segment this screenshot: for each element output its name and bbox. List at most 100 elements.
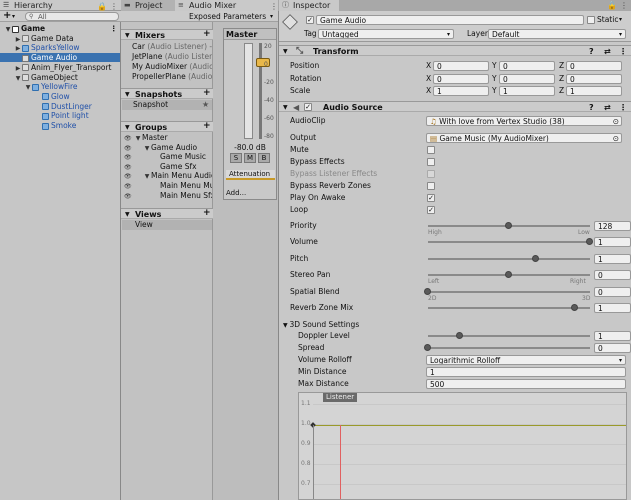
static-checkbox[interactable] bbox=[587, 16, 595, 24]
toggle-checkbox[interactable] bbox=[427, 181, 435, 190]
eye-icon[interactable]: 👁 bbox=[124, 134, 132, 142]
scene-menu-icon[interactable]: ⋮ bbox=[110, 24, 118, 33]
transform-header[interactable]: ▼ ⤡ Transform ? ⇄ ⋮ bbox=[279, 45, 631, 56]
rolloff-graph[interactable]: Listener 1.11.00.90.80.70.6 bbox=[298, 392, 627, 500]
layer-dropdown[interactable]: Default ▾ bbox=[488, 29, 626, 39]
group-item[interactable]: 👁 ▼ Game Audio bbox=[124, 143, 212, 152]
component-menu-icon[interactable]: ⋮ bbox=[619, 102, 627, 113]
group-item[interactable]: 👁 Game Sfx bbox=[124, 162, 212, 171]
hierarchy-item[interactable]: ▶ Anim_Flyer_Transport bbox=[0, 63, 120, 72]
spread-field[interactable]: 0 bbox=[594, 343, 631, 353]
slider-track[interactable] bbox=[428, 291, 590, 293]
collapse-arrow-icon[interactable]: ▶ bbox=[14, 64, 22, 72]
audio-source-header[interactable]: ▼ ◀ ✓ Audio Source ? ⇄ ⋮ bbox=[279, 101, 631, 112]
tab-inspector[interactable]: ⓘ Inspector bbox=[279, 0, 339, 11]
slider-handle[interactable] bbox=[586, 238, 593, 245]
add-snapshot-icon[interactable]: + bbox=[203, 88, 211, 99]
help-icon[interactable]: ? bbox=[589, 46, 594, 57]
slider-value-field[interactable]: 128 bbox=[594, 221, 631, 231]
tab-project[interactable]: ▬ Project bbox=[121, 0, 175, 11]
static-dropdown-icon[interactable]: ▾ bbox=[619, 15, 622, 25]
group-item[interactable]: 👁 Main Menu Music bbox=[124, 181, 212, 190]
transform-scale-z-field[interactable]: 1 bbox=[566, 86, 622, 96]
snapshots-foldout-icon[interactable]: ▼ bbox=[125, 89, 130, 100]
hierarchy-item[interactable]: Point light bbox=[0, 111, 120, 120]
slider-value-field[interactable]: 0 bbox=[594, 270, 631, 280]
component-menu-icon[interactable]: ⋮ bbox=[619, 46, 627, 57]
rolloff-dropdown[interactable]: Logarithmic Rolloff ▾ bbox=[426, 355, 626, 365]
max-distance-field[interactable]: 500 bbox=[426, 379, 626, 389]
views-foldout-icon[interactable]: ▼ bbox=[125, 209, 130, 220]
eye-icon[interactable]: 👁 bbox=[124, 153, 132, 161]
doppler-field[interactable]: 1 bbox=[594, 331, 631, 341]
expand-arrow-icon[interactable]: ▼ bbox=[14, 74, 22, 82]
slider-track[interactable] bbox=[428, 258, 590, 260]
hierarchy-item[interactable]: Smoke bbox=[0, 121, 120, 130]
snapshot-star-icon[interactable]: ★ bbox=[202, 100, 209, 110]
group-item[interactable]: 👁 ▼ Main Menu Audio bbox=[124, 171, 212, 180]
mute-button[interactable]: M bbox=[244, 153, 256, 163]
tab-hierarchy[interactable]: ☰ Hierarchy 🔒 ⋮ bbox=[0, 0, 121, 11]
hierarchy-item[interactable]: Game Audio bbox=[0, 53, 120, 63]
add-mixer-icon[interactable]: + bbox=[203, 29, 211, 40]
hierarchy-item[interactable]: ▶ SparksYellow bbox=[0, 43, 120, 52]
transform-scale-x-field[interactable]: 1 bbox=[433, 86, 489, 96]
master-strip[interactable]: Master 20 0 -20 -40 -60 -80 -80.0 dB S M B At… bbox=[223, 28, 277, 200]
active-checkbox[interactable]: ✓ bbox=[306, 16, 314, 24]
transform-rotation-z-field[interactable]: 0 bbox=[566, 73, 622, 84]
hierarchy-item[interactable]: DustLinger bbox=[0, 102, 120, 111]
toggle-checkbox[interactable]: ✓ bbox=[427, 205, 435, 214]
slider-handle[interactable] bbox=[424, 288, 431, 295]
sound-settings-foldout[interactable]: ▼ 3D Sound Settings bbox=[283, 320, 359, 331]
transform-scale-y-field[interactable]: 1 bbox=[499, 86, 555, 96]
bypass-button[interactable]: B bbox=[258, 153, 270, 163]
add-group-icon[interactable]: + bbox=[203, 121, 211, 132]
transform-position-x-field[interactable]: 0 bbox=[433, 61, 489, 71]
collapse-arrow-icon[interactable]: ▶ bbox=[14, 44, 22, 52]
transform-position-y-field[interactable]: 0 bbox=[499, 61, 555, 71]
object-picker-icon[interactable]: ⊙ bbox=[613, 117, 619, 125]
audio-source-enabled-checkbox[interactable]: ✓ bbox=[304, 103, 312, 111]
transform-rotation-x-field[interactable]: 0 bbox=[433, 73, 489, 84]
hierarchy-item[interactable]: ▼ YellowFire bbox=[0, 82, 120, 91]
tag-dropdown[interactable]: Untagged ▾ bbox=[318, 29, 454, 39]
spread-slider-track[interactable] bbox=[428, 347, 590, 349]
group-item[interactable]: 👁 Main Menu Sfx bbox=[124, 191, 212, 200]
settings-icon[interactable]: ⇄ bbox=[604, 46, 611, 57]
attenuation-effect[interactable]: Attenuation bbox=[226, 170, 275, 180]
object-name-field[interactable]: Game Audio bbox=[316, 15, 584, 25]
add-dropdown-icon[interactable]: ▾ bbox=[12, 13, 15, 20]
add-effect-button[interactable]: Add... bbox=[226, 189, 246, 197]
toggle-checkbox[interactable] bbox=[427, 146, 435, 154]
group-item[interactable]: 👁 Game Music bbox=[124, 152, 212, 161]
doppler-slider-track[interactable] bbox=[428, 335, 590, 337]
slider-track[interactable] bbox=[428, 241, 590, 243]
inspector-lock-icon[interactable]: 🔒 bbox=[607, 1, 617, 10]
hierarchy-search-field[interactable]: ⚲ All bbox=[25, 12, 119, 21]
mixer-item[interactable]: My AudioMixer (Audio bbox=[124, 62, 212, 71]
hierarchy-item[interactable]: ▼ GameObject bbox=[0, 73, 120, 82]
audio-clip-field[interactable]: ♫ With love from Vertex Studio (38) ⊙ bbox=[426, 116, 622, 126]
expand-arrow-icon[interactable]: ▼ bbox=[134, 134, 142, 142]
groups-foldout-icon[interactable]: ▼ bbox=[125, 122, 130, 133]
audio-source-foldout-icon[interactable]: ▼ bbox=[283, 102, 288, 113]
spread-slider-handle[interactable] bbox=[424, 344, 431, 351]
slider-value-field[interactable]: 0 bbox=[594, 287, 631, 297]
transform-rotation-y-field[interactable]: 0 bbox=[499, 73, 555, 84]
transform-foldout-icon[interactable]: ▼ bbox=[283, 46, 288, 57]
slider-handle[interactable] bbox=[532, 255, 540, 262]
expand-arrow-icon[interactable]: ▼ bbox=[24, 83, 32, 91]
solo-button[interactable]: S bbox=[230, 153, 242, 163]
expand-arrow-icon[interactable]: ▼ bbox=[143, 172, 151, 180]
add-view-icon[interactable]: + bbox=[203, 208, 211, 219]
slider-value-field[interactable]: 1 bbox=[594, 237, 631, 247]
eye-icon[interactable]: 👁 bbox=[124, 172, 132, 180]
mixer-item[interactable]: PropellerPlane (Audio L bbox=[124, 72, 212, 81]
eye-icon[interactable]: 👁 bbox=[124, 192, 132, 200]
output-field[interactable]: ▤ Game Music (My AudioMixer) ⊙ bbox=[426, 133, 622, 143]
tab-audio-mixer[interactable]: ≡ Audio Mixer ⋮ bbox=[175, 0, 278, 11]
settings-icon[interactable]: ⇄ bbox=[604, 102, 611, 113]
eye-icon[interactable]: 👁 bbox=[124, 182, 132, 190]
group-item[interactable]: 👁 ▼ Master bbox=[124, 133, 212, 142]
toggle-checkbox[interactable] bbox=[427, 157, 435, 166]
